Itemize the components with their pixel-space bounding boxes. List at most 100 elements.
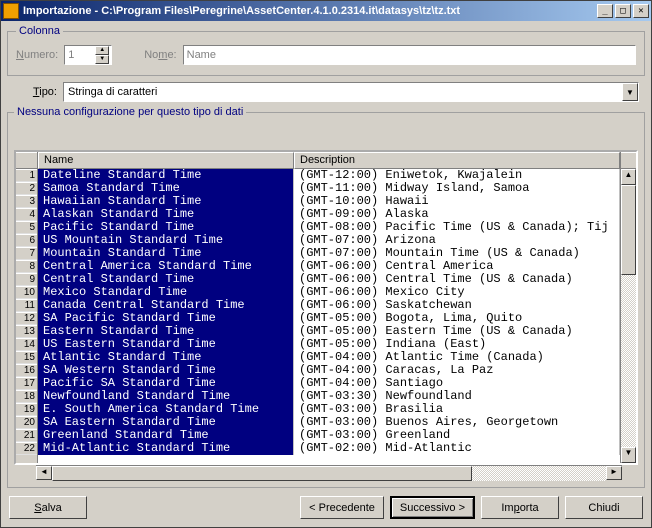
cell-description: (GMT-08:00) Pacific Time (US & Canada); … xyxy=(294,221,620,234)
row-number: 14 xyxy=(16,338,37,351)
scroll-right-icon[interactable]: ► xyxy=(606,466,622,480)
numero-spinner[interactable]: ▲ ▼ xyxy=(64,45,112,65)
precedente-button[interactable]: < Precedente xyxy=(300,496,384,519)
cell-description: (GMT-05:00) Indiana (East) xyxy=(294,338,620,351)
chiudi-button[interactable]: Chiudi xyxy=(565,496,643,519)
tipo-label: Tipo: xyxy=(13,86,57,98)
cell-name: Pacific SA Standard Time xyxy=(38,377,294,390)
row-number: 17 xyxy=(16,377,37,390)
cell-name: Samoa Standard Time xyxy=(38,182,294,195)
app-icon xyxy=(3,3,19,19)
cell-description: (GMT-02:00) Mid-Atlantic xyxy=(294,442,620,455)
vertical-scrollbar[interactable]: ▲ ▼ xyxy=(620,152,636,463)
cell-name: Canada Central Standard Time xyxy=(38,299,294,312)
cell-name: Greenland Standard Time xyxy=(38,429,294,442)
scroll-left-icon[interactable]: ◄ xyxy=(36,466,52,480)
cell-description: (GMT-06:00) Mexico City xyxy=(294,286,620,299)
table-row[interactable]: Greenland Standard Time(GMT-03:00) Green… xyxy=(38,429,620,442)
cell-name: Mountain Standard Time xyxy=(38,247,294,260)
salva-button[interactable]: Salva xyxy=(9,496,87,519)
scroll-thumb[interactable] xyxy=(621,185,636,275)
cell-name: Mexico Standard Time xyxy=(38,286,294,299)
cell-name: SA Western Standard Time xyxy=(38,364,294,377)
titlebar: Importazione - C:\Program Files\Peregrin… xyxy=(1,1,651,21)
cell-description: (GMT-03:30) Newfoundland xyxy=(294,390,620,403)
col-header-name[interactable]: Name xyxy=(38,152,294,169)
cell-name: Newfoundland Standard Time xyxy=(38,390,294,403)
table-row[interactable]: SA Western Standard Time(GMT-04:00) Cara… xyxy=(38,364,620,377)
table-body[interactable]: Dateline Standard Time(GMT-12:00) Eniwet… xyxy=(38,169,620,463)
numero-input[interactable] xyxy=(65,47,95,63)
cell-description: (GMT-06:00) Central America xyxy=(294,260,620,273)
table-row[interactable]: Samoa Standard Time(GMT-11:00) Midway Is… xyxy=(38,182,620,195)
successivo-button[interactable]: Successivo > xyxy=(390,496,475,519)
table-row[interactable]: Alaskan Standard Time(GMT-09:00) Alaska xyxy=(38,208,620,221)
chevron-down-icon[interactable]: ▼ xyxy=(622,83,638,101)
table-row[interactable]: E. South America Standard Time(GMT-03:00… xyxy=(38,403,620,416)
row-number: 18 xyxy=(16,390,37,403)
row-gutter: 12345678910111213141516171819202122 xyxy=(16,152,38,463)
row-number: 10 xyxy=(16,286,37,299)
scroll-down-icon[interactable]: ▼ xyxy=(621,447,636,463)
row-number: 22 xyxy=(16,442,37,455)
table-row[interactable]: Newfoundland Standard Time(GMT-03:30) Ne… xyxy=(38,390,620,403)
config-group: Nessuna configurazione per questo tipo d… xyxy=(7,106,645,488)
cell-description: (GMT-04:00) Santiago xyxy=(294,377,620,390)
table-row[interactable]: Mexico Standard Time(GMT-06:00) Mexico C… xyxy=(38,286,620,299)
cell-name: Alaskan Standard Time xyxy=(38,208,294,221)
colonna-legend: Colonna xyxy=(16,25,63,37)
cell-description: (GMT-06:00) Central Time (US & Canada) xyxy=(294,273,620,286)
table-row[interactable]: Atlantic Standard Time(GMT-04:00) Atlant… xyxy=(38,351,620,364)
nome-input[interactable] xyxy=(183,45,636,65)
row-number: 21 xyxy=(16,429,37,442)
cell-name: Pacific Standard Time xyxy=(38,221,294,234)
tipo-input[interactable] xyxy=(64,84,622,100)
table-row[interactable]: Hawaiian Standard Time(GMT-10:00) Hawaii xyxy=(38,195,620,208)
row-number: 19 xyxy=(16,403,37,416)
table-row[interactable]: Mountain Standard Time(GMT-07:00) Mounta… xyxy=(38,247,620,260)
table-row[interactable]: Pacific Standard Time(GMT-08:00) Pacific… xyxy=(38,221,620,234)
cell-description: (GMT-03:00) Brasilia xyxy=(294,403,620,416)
table-row[interactable]: US Eastern Standard Time(GMT-05:00) Indi… xyxy=(38,338,620,351)
tipo-combo[interactable]: ▼ xyxy=(63,82,639,102)
minimize-button[interactable]: _ xyxy=(597,4,613,18)
table-row[interactable]: SA Pacific Standard Time(GMT-05:00) Bogo… xyxy=(38,312,620,325)
scroll-up-icon[interactable]: ▲ xyxy=(621,169,636,185)
numero-label: Numero: xyxy=(16,49,58,61)
close-button[interactable]: ✕ xyxy=(633,4,649,18)
table-header: Name Description xyxy=(38,152,620,169)
col-header-description[interactable]: Description xyxy=(294,152,620,169)
table-row[interactable]: SA Eastern Standard Time(GMT-03:00) Buen… xyxy=(38,416,620,429)
table-row[interactable]: Eastern Standard Time(GMT-05:00) Eastern… xyxy=(38,325,620,338)
row-number: 9 xyxy=(16,273,37,286)
hscroll-thumb[interactable] xyxy=(52,466,472,481)
cell-description: (GMT-04:00) Caracas, La Paz xyxy=(294,364,620,377)
cell-name: Atlantic Standard Time xyxy=(38,351,294,364)
cell-description: (GMT-06:00) Saskatchewan xyxy=(294,299,620,312)
cell-name: Central Standard Time xyxy=(38,273,294,286)
maximize-button[interactable]: □ xyxy=(615,4,631,18)
row-number: 16 xyxy=(16,364,37,377)
table-row[interactable]: Pacific SA Standard Time(GMT-04:00) Sant… xyxy=(38,377,620,390)
table-row[interactable]: Dateline Standard Time(GMT-12:00) Eniwet… xyxy=(38,169,620,182)
import-window: Importazione - C:\Program Files\Peregrin… xyxy=(0,0,652,528)
table-row[interactable]: US Mountain Standard Time(GMT-07:00) Ari… xyxy=(38,234,620,247)
horizontal-scrollbar[interactable]: ◄ ► xyxy=(36,465,622,481)
cell-name: Hawaiian Standard Time xyxy=(38,195,294,208)
importa-button[interactable]: Importa xyxy=(481,496,559,519)
cell-description: (GMT-07:00) Mountain Time (US & Canada) xyxy=(294,247,620,260)
row-number: 3 xyxy=(16,195,37,208)
cell-description: (GMT-07:00) Arizona xyxy=(294,234,620,247)
cell-name: Dateline Standard Time xyxy=(38,169,294,182)
cell-name: E. South America Standard Time xyxy=(38,403,294,416)
row-number: 1 xyxy=(16,169,37,182)
table-row[interactable]: Mid-Atlantic Standard Time(GMT-02:00) Mi… xyxy=(38,442,620,455)
table-row[interactable]: Central Standard Time(GMT-06:00) Central… xyxy=(38,273,620,286)
window-title: Importazione - C:\Program Files\Peregrin… xyxy=(23,5,597,17)
numero-up-icon[interactable]: ▲ xyxy=(95,46,109,55)
table-row[interactable]: Canada Central Standard Time(GMT-06:00) … xyxy=(38,299,620,312)
table-row[interactable]: Central America Standard Time(GMT-06:00)… xyxy=(38,260,620,273)
colonna-group: Colonna Numero: ▲ ▼ Nome: xyxy=(7,25,645,76)
numero-down-icon[interactable]: ▼ xyxy=(95,55,109,64)
row-number: 6 xyxy=(16,234,37,247)
